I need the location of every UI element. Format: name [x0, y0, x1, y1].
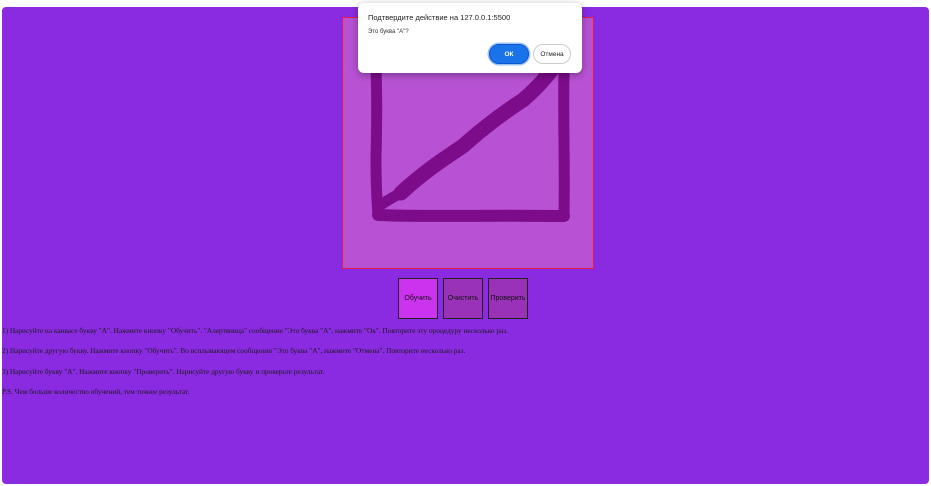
confirm-dialog: Подтвердите действие на 127.0.0.1:5500 Э…: [358, 3, 582, 73]
instruction-step-2: 2) Нарисуйте другую букву. Нажмите кнопк…: [2, 346, 466, 356]
canvas-stroke: [373, 187, 407, 212]
dialog-cancel-button[interactable]: Отмена: [533, 44, 571, 64]
instruction-step-3: 3) Нарисуйте букву "А". Нажмите кнопку "…: [2, 366, 325, 376]
instructions: 1) Нарисуйте на канвасе букву "А". Нажми…: [2, 327, 902, 408]
canvas-stroke: [369, 42, 384, 221]
dialog-title: Подтвердите действие на 127.0.0.1:5500: [368, 13, 511, 22]
check-button[interactable]: Проверить: [488, 278, 528, 319]
control-buttons: Обучить Очистить Проверить: [398, 278, 528, 319]
train-button[interactable]: Обучить: [398, 278, 438, 319]
instruction-step-1: 1) Нарисуйте на канвасе букву "А". Нажми…: [2, 326, 508, 335]
instruction-ps: P.S. Чем больше количество обучений, тем…: [2, 386, 190, 396]
dialog-message: Это буква "А"?: [368, 29, 409, 35]
dialog-ok-button[interactable]: ОК: [489, 44, 529, 64]
clear-button[interactable]: Очистить: [443, 278, 483, 319]
canvas-stroke: [372, 209, 570, 222]
